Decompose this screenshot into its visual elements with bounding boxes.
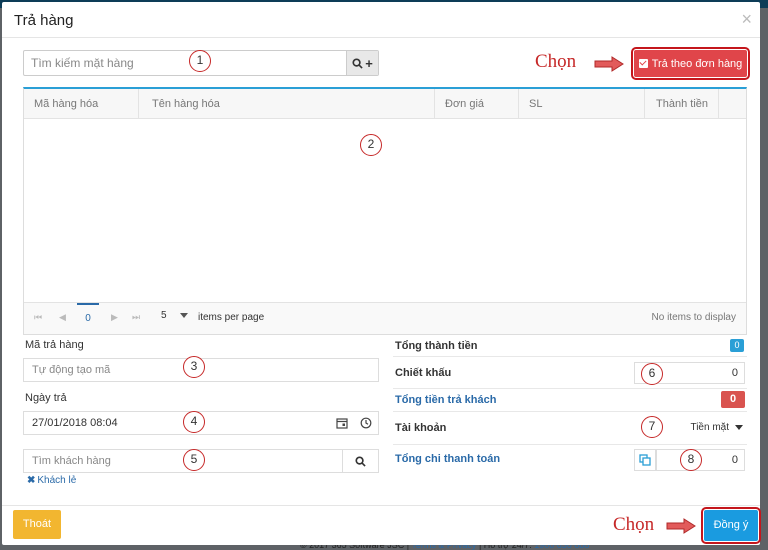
account-value: Tiền mặt [690, 422, 729, 433]
return-dialog: Trả hàng × + Trả theo đơn hàng Mã hàng h… [2, 2, 761, 545]
return-by-order-label: Trả theo đơn hàng [651, 57, 743, 70]
page-size-select[interactable]: 5 [161, 310, 167, 321]
search-add-button[interactable]: + [346, 51, 378, 75]
search-icon [355, 455, 366, 467]
return-by-order-button[interactable]: Trả theo đơn hàng [631, 47, 750, 80]
refund-label[interactable]: Tổng tiền trả khách [395, 394, 496, 406]
column-header[interactable]: Đơn giá [435, 89, 519, 119]
arrow-right-icon [594, 56, 624, 72]
dialog-header: Trả hàng × [2, 2, 760, 38]
table-header: Mã hàng hóa Tên hàng hóa Đơn giá SL Thàn… [24, 89, 746, 119]
annotation-marker: 5 [183, 449, 205, 471]
annotation-marker: 4 [183, 411, 205, 433]
annotation-marker: 2 [360, 134, 382, 156]
annotation-marker: 6 [641, 363, 663, 385]
column-header[interactable]: Mã hàng hóa [24, 89, 139, 119]
exit-button[interactable]: Thoát [13, 510, 61, 539]
return-items-table: Mã hàng hóa Tên hàng hóa Đơn giá SL Thàn… [23, 87, 747, 335]
product-search-input[interactable] [24, 51, 346, 75]
chevron-down-icon [735, 424, 743, 430]
total-badge: 0 [730, 339, 744, 352]
prev-page-icon[interactable]: ◀ [59, 312, 66, 323]
annotation-marker: 3 [183, 356, 205, 378]
calendar-icon[interactable] [330, 412, 354, 434]
account-label: Tài khoản [395, 422, 447, 434]
walk-in-label: Khách lẻ [37, 475, 77, 486]
table-pager: ⏮ ◀ 0 ▶ ⏭ 5 items per page No items to d… [24, 302, 746, 334]
walk-in-customer-link[interactable]: ✖ Khách lẻ [27, 475, 76, 486]
column-header[interactable]: Tên hàng hóa [139, 89, 435, 119]
copy-icon [639, 454, 651, 466]
arrow-right-icon [666, 518, 696, 534]
copy-button[interactable] [634, 449, 656, 471]
annotation-marker: 8 [680, 449, 702, 471]
total-label: Tổng thành tiền [395, 340, 478, 352]
customer-search-button[interactable] [342, 450, 378, 472]
last-page-icon[interactable]: ⏭ [132, 312, 140, 323]
summary-total-row: Tổng thành tiền 0 [393, 335, 747, 357]
annotation-label: Chọn [613, 514, 655, 535]
close-icon: ✖ [27, 475, 36, 486]
refund-badge: 0 [721, 391, 745, 408]
dialog-title: Trả hàng [14, 12, 74, 29]
return-code-label: Mã trả hàng [25, 339, 84, 351]
paid-label[interactable]: Tổng chi thanh toán [395, 453, 500, 465]
discount-label: Chiết khấu [395, 367, 452, 379]
first-page-icon[interactable]: ⏮ [34, 312, 42, 323]
confirm-button[interactable]: Đồng ý [701, 507, 761, 544]
summary-refund-row: Tổng tiền trả khách 0 [393, 389, 747, 412]
annotation-marker: 7 [641, 416, 663, 438]
clock-icon[interactable] [354, 412, 378, 434]
column-header[interactable]: Thành tiền [645, 89, 719, 119]
checkbox-icon [638, 59, 648, 68]
annotation-label: Chọn [535, 51, 577, 72]
empty-message: No items to display [651, 312, 736, 323]
account-select[interactable]: Tiền mặt [690, 422, 743, 433]
plus-icon: + [365, 55, 373, 71]
items-per-page-label: items per page [198, 312, 265, 323]
summary-discount-row: Chiết khấu 0 [393, 357, 747, 389]
column-header[interactable]: SL [519, 89, 645, 119]
annotation-marker: 1 [189, 50, 211, 72]
return-date-label: Ngày trả [25, 392, 67, 404]
next-page-icon[interactable]: ▶ [111, 312, 118, 323]
search-icon [352, 57, 363, 69]
current-page[interactable]: 0 [77, 303, 99, 333]
chevron-down-icon[interactable] [180, 313, 188, 318]
summary-account-row: Tài khoản Tiền mặt [393, 412, 747, 445]
close-icon[interactable]: × [741, 10, 752, 28]
